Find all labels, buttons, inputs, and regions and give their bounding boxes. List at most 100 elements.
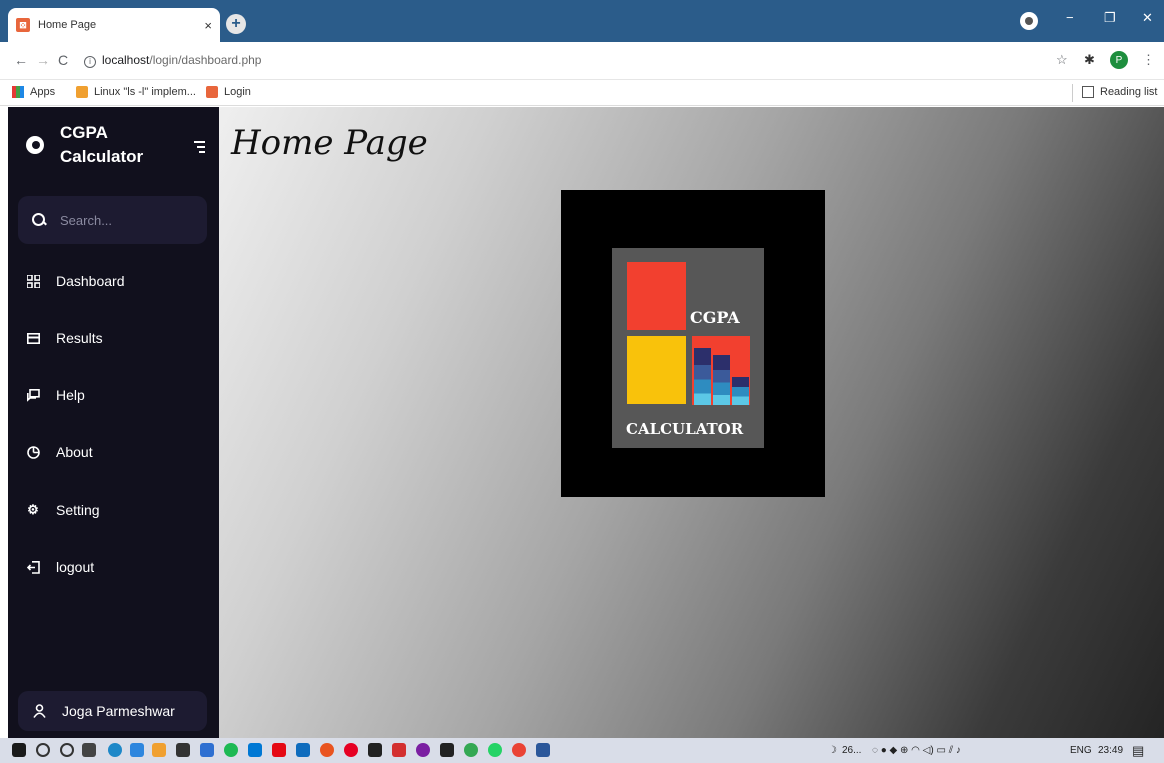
brand-line-2: Calculator: [60, 147, 144, 166]
word-icon[interactable]: [536, 743, 550, 757]
vscode-icon[interactable]: [248, 743, 262, 757]
grid-icon: [26, 274, 40, 288]
brand-logo-icon: [26, 136, 44, 154]
stack-icon: [76, 86, 88, 98]
reading-list-icon: [1082, 86, 1094, 98]
bookmarks-bar: Apps Linux "ls -l" implem... Login Readi…: [0, 80, 1164, 106]
profile-name: Joga Parmeshwar: [62, 703, 175, 719]
restore-button[interactable]: ❐: [1104, 10, 1116, 26]
app-icon[interactable]: [200, 743, 214, 757]
logo-text-top: CGPA: [690, 308, 740, 327]
bookmark-apps[interactable]: Apps: [12, 86, 55, 98]
folder-icon[interactable]: [152, 743, 166, 757]
app-icon[interactable]: [416, 743, 430, 757]
chrome-icon[interactable]: [512, 743, 526, 757]
bookmark-label: Linux "ls -l" implem...: [94, 86, 196, 98]
brand-line-1: CGPA: [60, 123, 108, 142]
forward-icon[interactable]: →: [36, 52, 50, 68]
cortana-icon[interactable]: [60, 743, 74, 757]
new-tab-button[interactable]: +: [226, 14, 246, 34]
logo-text-bottom: CALCULATOR: [626, 420, 744, 438]
bookmark-login[interactable]: Login: [206, 86, 251, 98]
logo-card: CGPA CALCULATOR: [612, 248, 764, 448]
reload-icon[interactable]: C: [58, 52, 68, 68]
weather-text: 26...: [842, 745, 862, 756]
cgpa-logo-image: CGPA CALCULATOR: [561, 190, 825, 497]
profile-card[interactable]: Joga Parmeshwar: [18, 691, 207, 731]
clock[interactable]: 23:49: [1098, 745, 1123, 756]
brand-name: CGPA Calculator: [60, 121, 144, 169]
url-field[interactable]: i localhost/login/dashboard.php: [84, 53, 261, 68]
edge-icon[interactable]: [108, 743, 122, 757]
sidebar-item-label: Results: [56, 330, 103, 346]
tab-title: Home Page: [38, 19, 97, 31]
more-menu-icon[interactable]: ⋮: [1142, 52, 1155, 68]
sidebar-item-label: Setting: [56, 502, 100, 518]
os-taskbar: ☽ 26... ◌ ● ◆ ⊕ ◠ ◁) ▭ ⫽ ♪ ENG 23:49 ▤: [0, 738, 1164, 763]
notification-icon[interactable]: ▤: [1132, 743, 1144, 759]
bookmark-label: Login: [224, 86, 251, 98]
star-icon[interactable]: ☆: [1056, 52, 1068, 68]
favicon-icon: ⊠: [16, 18, 30, 32]
menu-toggle-icon[interactable]: [194, 141, 205, 156]
whatsapp-icon[interactable]: [488, 743, 502, 757]
page-title: Home Page: [231, 123, 428, 163]
close-window-button[interactable]: ✕: [1142, 10, 1153, 26]
acrobat-icon[interactable]: [392, 743, 406, 757]
browser-tab[interactable]: ⊠ Home Page ×: [8, 8, 220, 42]
mail-icon[interactable]: [296, 743, 310, 757]
sidebar: CGPA Calculator Dashboard Results: [8, 107, 219, 738]
sidebar-item-label: About: [56, 444, 93, 460]
sidebar-item-dashboard[interactable]: Dashboard: [26, 269, 125, 293]
reading-list-button[interactable]: Reading list: [1082, 86, 1157, 98]
language-indicator[interactable]: ENG: [1070, 745, 1092, 756]
page-content: CGPA Calculator Dashboard Results: [0, 107, 1164, 738]
profile-menu-icon[interactable]: [1020, 12, 1038, 30]
search-icon[interactable]: [36, 743, 50, 757]
windows-start-icon[interactable]: [12, 743, 26, 757]
apps-grid-icon: [12, 86, 24, 98]
search-icon[interactable]: [32, 213, 46, 227]
logout-icon: [26, 560, 40, 574]
logo-bar: [694, 348, 711, 405]
screen: ⊠ Home Page × + − ❐ ✕ ← → C i localhost/l…: [0, 0, 1164, 763]
chrome-icon[interactable]: [464, 743, 478, 757]
info-icon[interactable]: i: [84, 56, 96, 68]
sidebar-item-results[interactable]: Results: [26, 326, 103, 350]
profile-avatar[interactable]: P: [1110, 51, 1128, 69]
search-input[interactable]: [60, 212, 190, 228]
sidebar-item-label: Help: [56, 387, 85, 403]
minimize-button[interactable]: −: [1066, 10, 1074, 25]
search-box[interactable]: [18, 196, 207, 244]
sidebar-item-label: Dashboard: [56, 273, 125, 289]
bookmark-linux[interactable]: Linux "ls -l" implem...: [76, 86, 196, 98]
logo-yellow-square: [627, 336, 686, 404]
back-icon[interactable]: ←: [14, 52, 28, 68]
ubuntu-icon[interactable]: [320, 743, 334, 757]
favicon-icon: [206, 86, 218, 98]
task-view-icon[interactable]: [82, 743, 96, 757]
bookmark-label: Apps: [30, 86, 56, 98]
url-path: /login/dashboard.php: [149, 53, 262, 67]
sidebar-item-label: logout: [56, 559, 95, 575]
store-icon[interactable]: [130, 743, 144, 757]
divider: [1072, 84, 1073, 102]
sidebar-item-help[interactable]: Help: [26, 383, 85, 407]
netflix-icon[interactable]: [272, 743, 286, 757]
sidebar-item-setting[interactable]: ⚙ Setting: [26, 498, 100, 522]
weather-icon[interactable]: ☽: [828, 745, 837, 756]
tab-close-button[interactable]: ×: [204, 18, 212, 33]
app-icon[interactable]: [176, 743, 190, 757]
sidebar-item-logout[interactable]: logout: [26, 555, 94, 579]
spotify-icon[interactable]: [224, 743, 238, 757]
extensions-icon[interactable]: ✱: [1084, 52, 1095, 68]
intellij-icon[interactable]: [440, 743, 454, 757]
browser-tab-bar: ⊠ Home Page × + − ❐ ✕: [0, 0, 1164, 42]
tray-icons[interactable]: ◌ ● ◆ ⊕ ◠ ◁) ▭ ⫽ ♪: [872, 745, 961, 756]
logo-bars: [692, 336, 750, 405]
logo-bar: [713, 355, 730, 405]
chat-icon: [26, 388, 40, 402]
sidebar-item-about[interactable]: About: [26, 440, 93, 464]
pycharm-icon[interactable]: [368, 743, 382, 757]
pinterest-icon[interactable]: [344, 743, 358, 757]
